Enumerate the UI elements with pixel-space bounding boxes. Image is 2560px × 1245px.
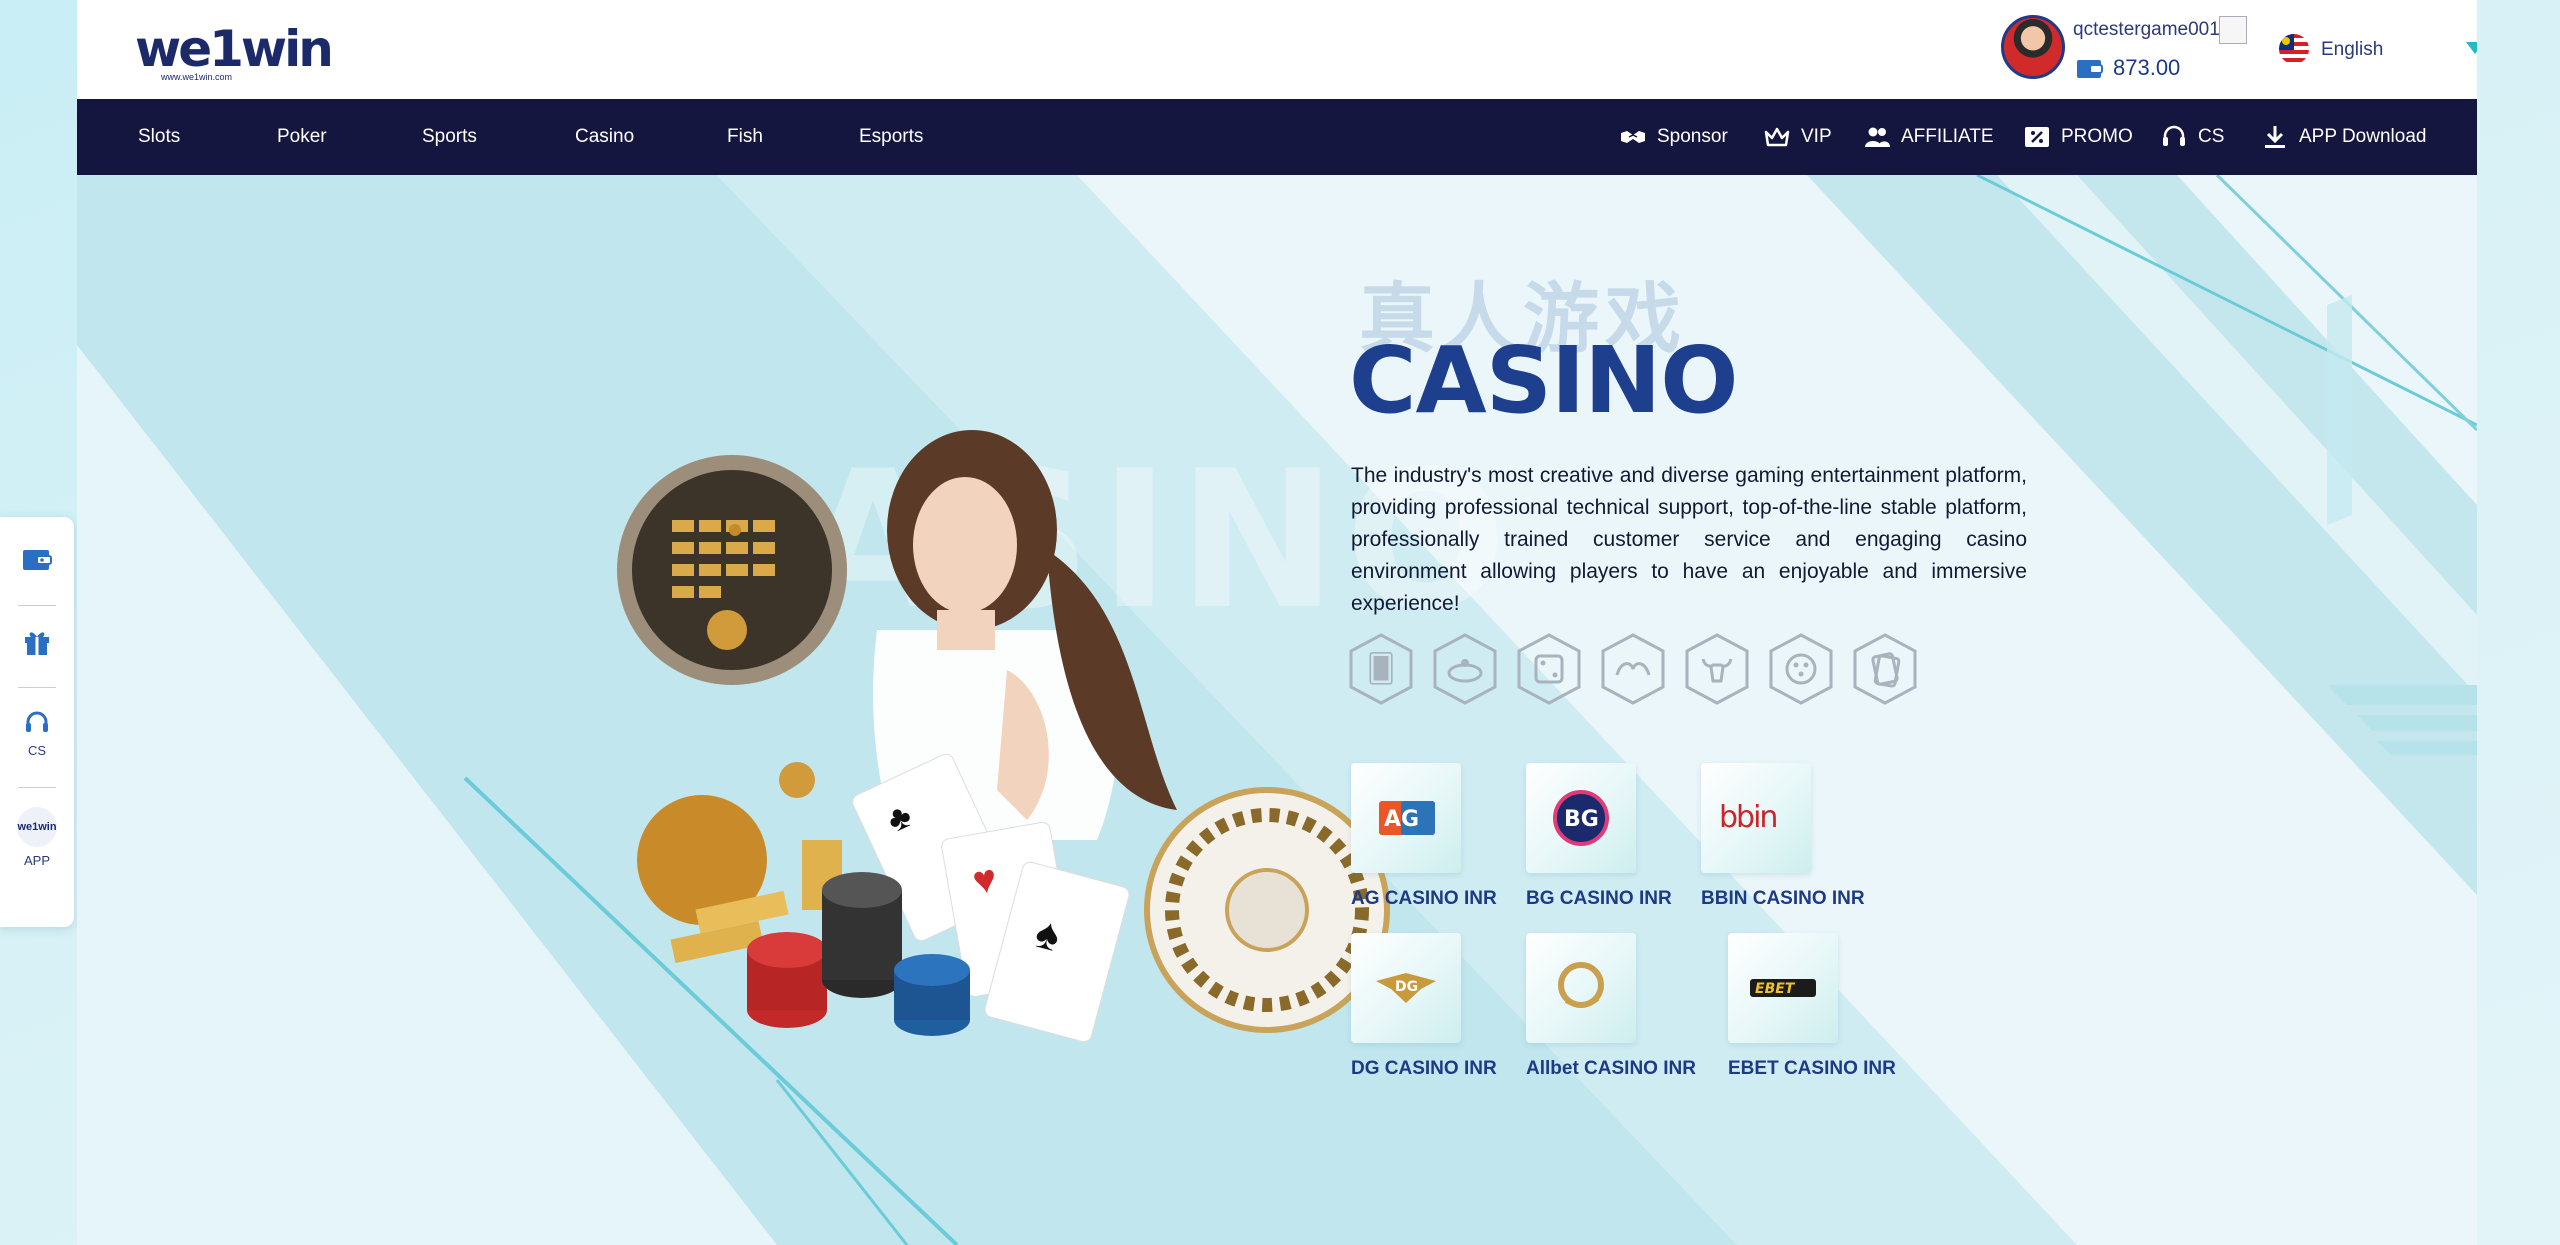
- broken-image-icon: [2219, 16, 2247, 44]
- svg-text:BG: BG: [1564, 807, 1599, 832]
- card-game-icon[interactable]: [1853, 633, 1917, 705]
- provider-label: BBIN CASINO INR: [1701, 888, 1865, 909]
- nav-item-poker[interactable]: Poker: [277, 99, 327, 175]
- wallet-icon: [2077, 60, 2103, 78]
- top-header: we1win www.we1win.com qctestergame001 87…: [77, 0, 2477, 99]
- nav-item-sports[interactable]: Sports: [422, 99, 477, 175]
- nav-affiliate-label: AFFILIATE: [1901, 126, 1994, 147]
- provider-logo: AG: [1351, 763, 1461, 873]
- provider-ag-casino[interactable]: AG AG CASINO INR: [1351, 763, 1551, 910]
- username[interactable]: qctestergame001: [2073, 19, 2220, 41]
- svg-text:bbin: bbin: [1719, 800, 1776, 835]
- provider-logo: [1526, 933, 1636, 1043]
- dragon-tiger-icon[interactable]: [1601, 633, 1665, 705]
- malaysia-flag-icon[interactable]: [2279, 34, 2309, 64]
- coupon-icon: [2025, 127, 2049, 147]
- provider-label: AG CASINO INR: [1351, 888, 1497, 909]
- game-type-icons: 🂠: [1349, 633, 1917, 705]
- main-nav: Slots Poker Sports Casino Fish Esports S…: [77, 99, 2477, 175]
- dock-app[interactable]: we1win APP: [0, 807, 74, 868]
- provider-label: EBET CASINO INR: [1728, 1058, 1896, 1079]
- nav-sponsor-label: Sponsor: [1657, 126, 1728, 147]
- svg-text:EBET: EBET: [1755, 981, 1796, 997]
- nav-item-slots[interactable]: Slots: [138, 99, 180, 175]
- headset-icon: [26, 711, 48, 732]
- svg-text:AG: AG: [1384, 807, 1419, 832]
- provider-bbin-casino[interactable]: bbin BBIN CASINO INR: [1701, 763, 1901, 910]
- people-icon: [1865, 127, 1890, 147]
- dock-gift[interactable]: [0, 627, 74, 657]
- dock-wallet[interactable]: [0, 547, 74, 573]
- casino-hero: CASINO ♣ ♥ ♠ 真人游戏 CASINO The industry's …: [77, 175, 2477, 1245]
- provider-logo: DG: [1351, 933, 1461, 1043]
- nav-promo-label: PROMO: [2061, 126, 2133, 147]
- provider-label: Allbet CASINO INR: [1526, 1058, 1696, 1079]
- handshake-icon: [1621, 131, 1645, 143]
- download-icon: [2265, 126, 2285, 148]
- provider-logo: EBET: [1728, 933, 1838, 1043]
- site-logo[interactable]: we1win www.we1win.com: [135, 20, 334, 82]
- user-avatar[interactable]: [2001, 15, 2065, 79]
- nav-promo[interactable]: PROMO: [2023, 99, 2133, 175]
- chevron-down-icon[interactable]: [2466, 42, 2477, 54]
- nav-app-download-label: APP Download: [2299, 126, 2427, 147]
- gift-icon: [25, 632, 49, 655]
- nav-app-download[interactable]: APP Download: [2261, 99, 2426, 175]
- hero-illustration: ♣ ♥ ♠: [617, 430, 1390, 1043]
- dock-divider: [18, 787, 56, 788]
- nav-item-casino[interactable]: Casino: [575, 99, 634, 175]
- logo-wordmark: we1win: [135, 20, 334, 78]
- provider-ebet-casino[interactable]: EBET EBET CASINO INR: [1728, 933, 1928, 1080]
- provider-label: DG CASINO INR: [1351, 1058, 1497, 1079]
- dock-app-label: APP: [23, 853, 50, 868]
- dock-divider: [18, 605, 56, 606]
- svg-text:DG: DG: [1395, 979, 1418, 995]
- ag-logo-icon: AG: [1379, 801, 1435, 835]
- hero-description: The industry's most creative and diverse…: [1351, 464, 2027, 615]
- provider-dg-casino[interactable]: DG DG CASINO INR: [1351, 933, 1551, 1080]
- nav-vip[interactable]: VIP: [1763, 99, 1832, 175]
- nav-affiliate[interactable]: AFFILIATE: [1863, 99, 1994, 175]
- headset-icon: [2163, 125, 2185, 146]
- dock-cs-label: CS: [27, 743, 47, 758]
- allbet-logo-icon: [1558, 962, 1604, 1008]
- bull-icon[interactable]: [1685, 633, 1749, 705]
- nav-vip-label: VIP: [1801, 126, 1832, 147]
- wallet-icon: [23, 550, 52, 570]
- nav-sponsor[interactable]: Sponsor: [1619, 99, 1728, 175]
- bbin-logo-icon: bbin: [1719, 800, 1778, 835]
- dg-logo-icon: DG: [1376, 973, 1436, 1003]
- dock-divider: [18, 687, 56, 688]
- wallet-balance[interactable]: 873.00: [2113, 55, 2180, 81]
- side-dock: CS we1win APP: [0, 517, 74, 927]
- nav-cs-label: CS: [2198, 126, 2225, 147]
- language-selector[interactable]: English: [2321, 39, 2383, 61]
- app-logo-icon: we1win: [17, 807, 57, 847]
- provider-logo: BG: [1526, 763, 1636, 873]
- bg-logo-icon: BG: [1553, 790, 1609, 846]
- crown-icon: [1764, 127, 1790, 147]
- nav-item-esports[interactable]: Esports: [859, 99, 923, 175]
- sicbo-icon[interactable]: [1769, 633, 1833, 705]
- nav-item-fish[interactable]: Fish: [727, 99, 763, 175]
- provider-bg-casino[interactable]: BG BG CASINO INR: [1526, 763, 1726, 910]
- baccarat-cards-icon[interactable]: 🂠: [1349, 633, 1413, 705]
- dice-icon[interactable]: [1517, 633, 1581, 705]
- page-frame: we1win www.we1win.com qctestergame001 87…: [77, 0, 2477, 1245]
- provider-logo: bbin: [1701, 763, 1811, 873]
- provider-label: BG CASINO INR: [1526, 888, 1672, 909]
- nav-cs[interactable]: CS: [2160, 99, 2224, 175]
- roulette-icon[interactable]: [1433, 633, 1497, 705]
- logo-subtext: www.we1win.com: [161, 72, 233, 82]
- dock-cs[interactable]: CS: [0, 709, 74, 758]
- hero-title: CASINO: [1349, 327, 1738, 434]
- ebet-logo-icon: EBET: [1750, 979, 1816, 997]
- provider-allbet-casino[interactable]: Allbet CASINO INR: [1526, 933, 1726, 1080]
